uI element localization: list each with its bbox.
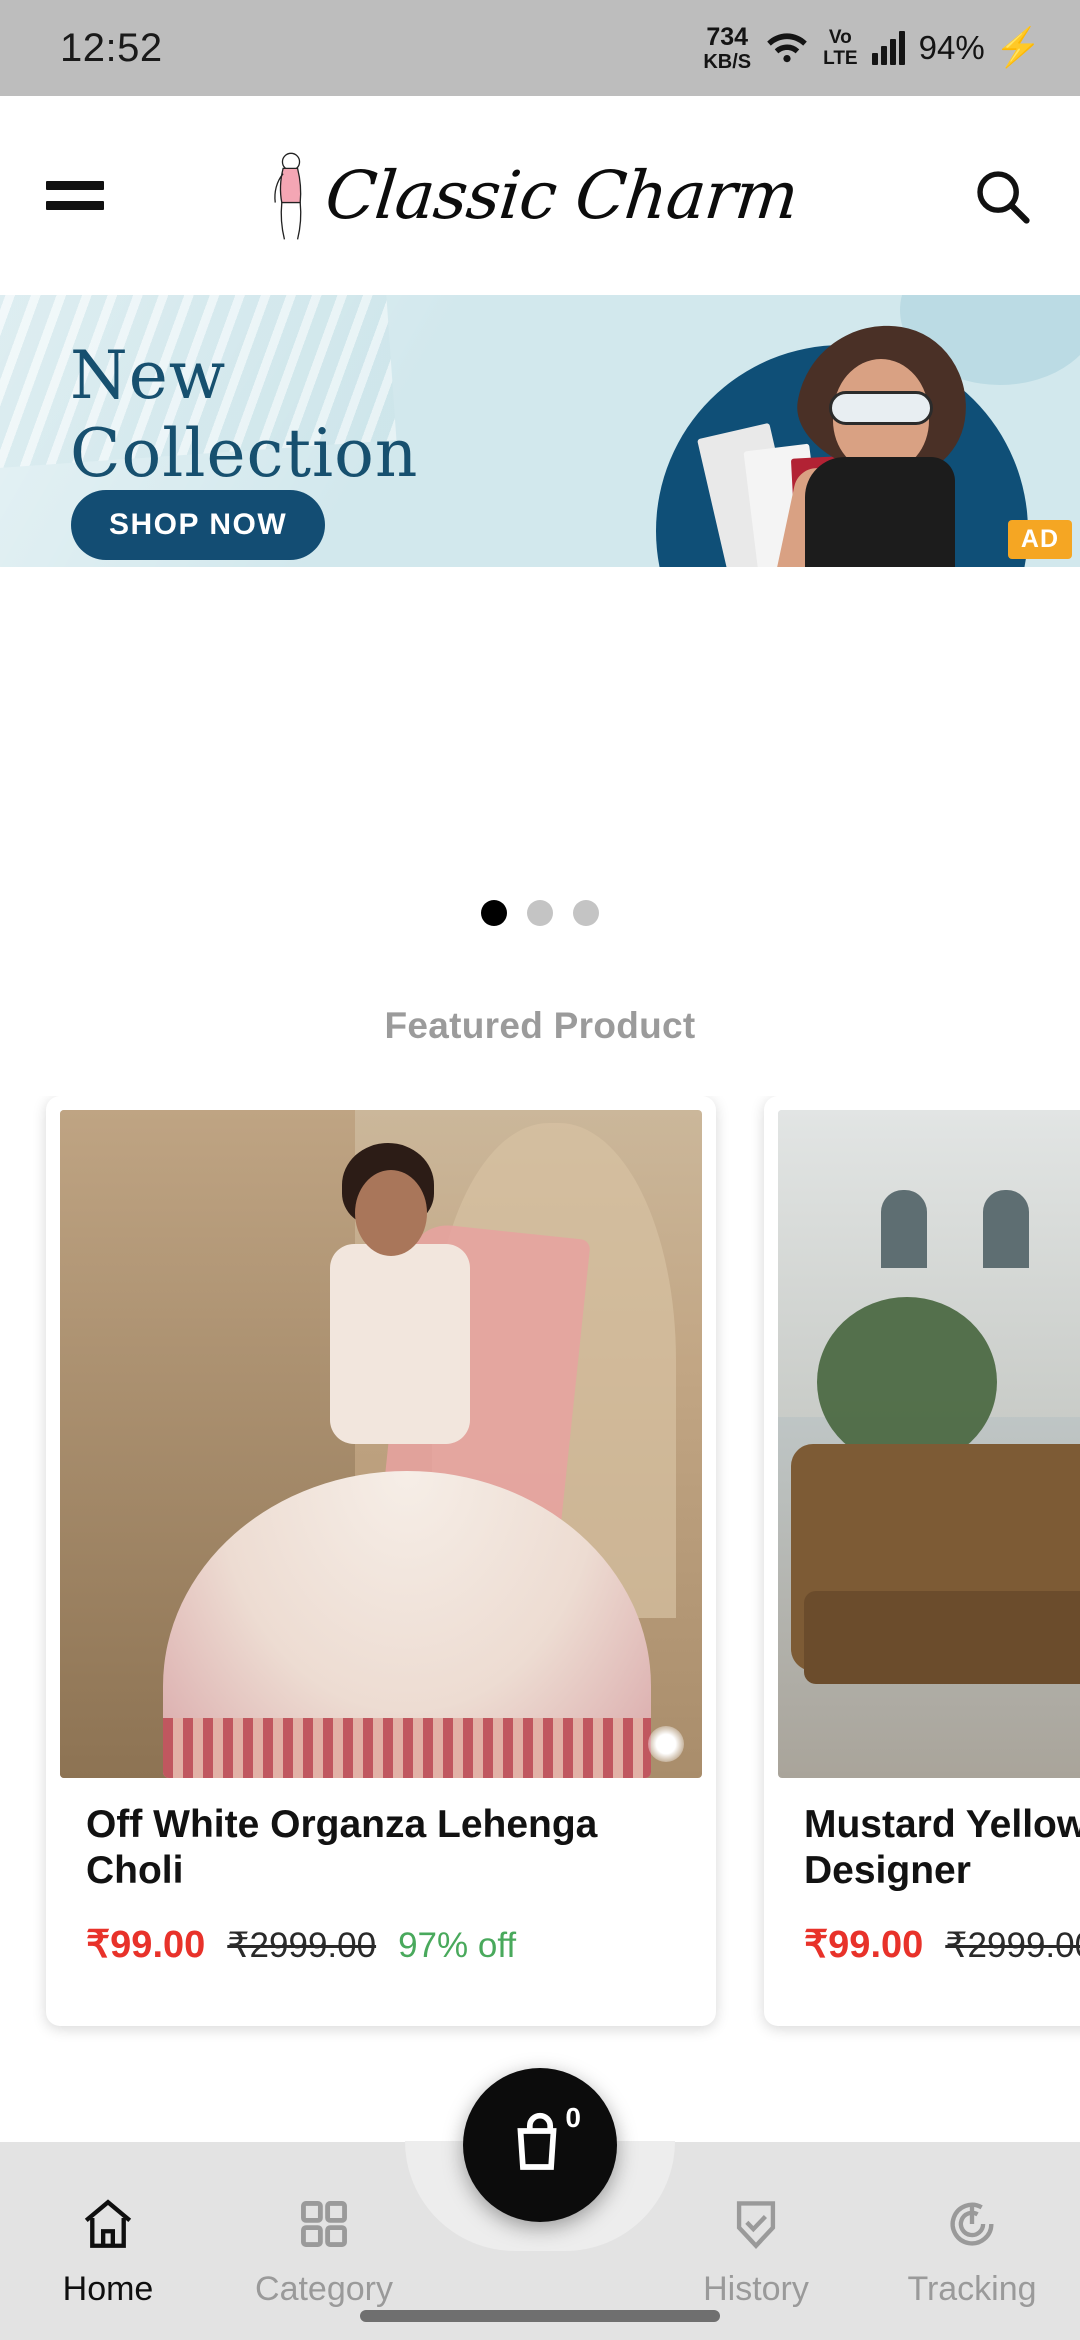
nav-item-history[interactable]: History	[648, 2195, 864, 2306]
wifi-icon	[765, 28, 809, 69]
product-image[interactable]	[60, 1110, 702, 1778]
banner-title-line2: Collection	[70, 414, 419, 492]
nav-label-home: Home	[62, 2269, 154, 2308]
product-image[interactable]	[778, 1110, 1080, 1778]
product-original-price: ₹2999.00	[227, 1926, 377, 1966]
product-price-row: ₹99.00 ₹2999.00 97% off	[86, 1922, 676, 1967]
nav-item-category[interactable]: Category	[216, 2195, 432, 2306]
volte-icon: Vo LTE	[823, 28, 857, 68]
featured-product-title: Featured Product	[384, 1005, 696, 1046]
banner-title-line1: New	[70, 337, 227, 414]
product-card[interactable]: Mustard Yellow Georgette Designer ₹99.00…	[764, 1096, 1080, 2026]
product-discount: 97% off	[398, 1926, 517, 1966]
nav-label-category: Category	[255, 2269, 393, 2308]
cart-fab-button[interactable]: 0	[463, 2068, 617, 2222]
nav-item-tracking[interactable]: Tracking	[864, 2195, 1080, 2306]
carousel-dot-1[interactable]	[481, 900, 507, 926]
ad-badge: AD	[1007, 520, 1072, 559]
home-icon	[79, 2195, 137, 2258]
carousel-dot-2[interactable]	[527, 900, 553, 926]
cart-count-badge: 0	[565, 2102, 581, 2133]
product-name: Off White Organza Lehenga Choli	[86, 1803, 598, 1893]
network-speed-indicator: 734 KB/S	[703, 22, 752, 73]
status-icons: 734 KB/S Vo LTE 94% ⚡	[703, 22, 1042, 73]
app-root: 12:52 734 KB/S Vo LTE 94% ⚡ Classic Char…	[0, 0, 1080, 2340]
target-tracking-icon	[943, 2195, 1001, 2258]
promo-banner-slide[interactable]: New Collection SHOP NOW UP TO 90% OFF AD	[0, 295, 1080, 567]
volte-top-text: Vo	[828, 27, 852, 48]
bottom-navigation-bar: Home Category History Tracking 0	[0, 2068, 1080, 2340]
nav-label-history: History	[703, 2269, 809, 2308]
banner-title: New Collection	[70, 337, 418, 493]
featured-product-list[interactable]: Off White Organza Lehenga Choli ₹99.00 ₹…	[0, 1096, 1080, 2056]
product-price: ₹99.00	[86, 1924, 206, 1967]
brand-logo[interactable]: Classic Charm	[92, 150, 970, 242]
signal-icon	[871, 31, 905, 65]
app-header: Classic Charm	[0, 96, 1080, 295]
nav-item-home[interactable]: Home	[0, 2195, 216, 2306]
grid-icon	[295, 2195, 353, 2258]
product-price: ₹99.00	[804, 1924, 924, 1967]
product-price-row: ₹99.00 ₹2999.00 97% off	[804, 1922, 1080, 1967]
nav-label-tracking: Tracking	[907, 2269, 1037, 2308]
network-speed-value: 734	[706, 22, 749, 51]
carousel-dots	[0, 900, 1080, 926]
product-info: Mustard Yellow Georgette Designer ₹99.00…	[778, 1778, 1080, 1967]
product-card[interactable]: Off White Organza Lehenga Choli ₹99.00 ₹…	[46, 1096, 716, 2026]
home-indicator	[360, 2310, 720, 2322]
product-name: Mustard Yellow Georgette Designer	[804, 1803, 1080, 1893]
status-bar: 12:52 734 KB/S Vo LTE 94% ⚡	[0, 0, 1080, 96]
network-speed-unit: KB/S	[703, 50, 752, 73]
battery-charging-icon: ⚡	[994, 27, 1042, 69]
banner-model-image	[685, 312, 985, 567]
brand-name: Classic Charm	[322, 157, 802, 234]
volte-bottom-text: LTE	[823, 48, 858, 69]
shop-now-button[interactable]: SHOP NOW	[71, 490, 326, 560]
carousel-dot-3[interactable]	[573, 900, 599, 926]
search-icon[interactable]	[970, 164, 1034, 228]
watermark-lotus-icon	[648, 1726, 684, 1762]
battery-percent: 94%	[918, 29, 985, 66]
shield-check-icon	[727, 2195, 785, 2258]
promo-banner-carousel[interactable]: New Collection SHOP NOW UP TO 90% OFF AD	[0, 295, 1080, 567]
product-info: Off White Organza Lehenga Choli ₹99.00 ₹…	[60, 1778, 702, 1967]
woman-figure-logo-icon	[274, 152, 302, 240]
status-time: 12:52	[60, 25, 163, 70]
product-original-price: ₹2999.00	[945, 1926, 1080, 1966]
